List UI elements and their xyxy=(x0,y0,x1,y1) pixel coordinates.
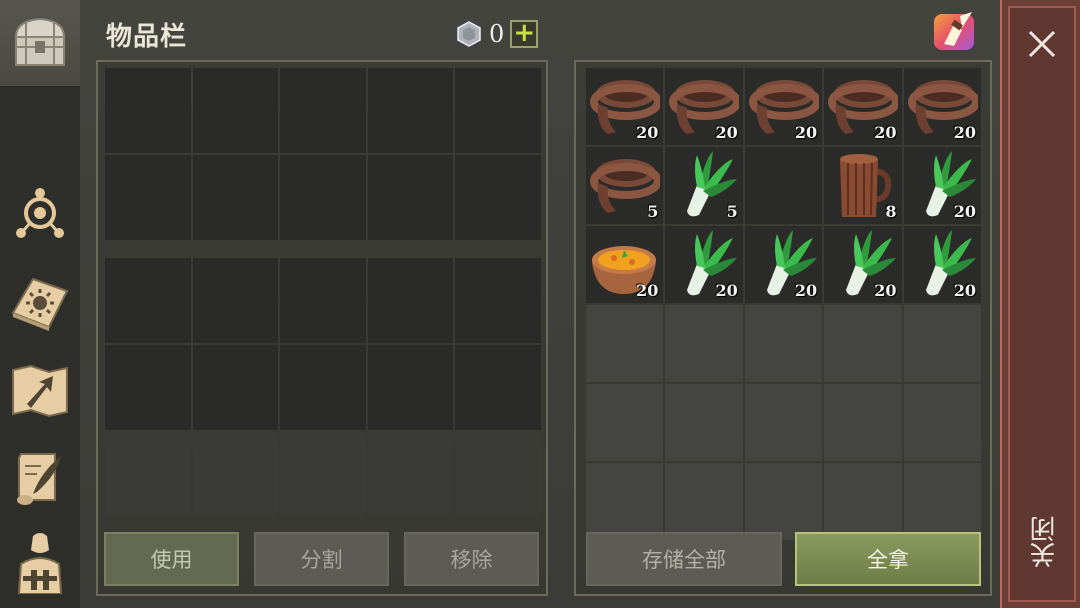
close-panel-inner xyxy=(1008,6,1076,602)
inventory-slot[interactable] xyxy=(367,345,454,430)
scroll-quill-icon[interactable] xyxy=(8,446,72,510)
inventory-slot[interactable] xyxy=(367,68,454,153)
container-slot-leek[interactable]: 20 xyxy=(903,226,981,303)
item-quantity: 20 xyxy=(636,281,659,300)
item-quantity: 20 xyxy=(715,281,738,300)
character-icon[interactable] xyxy=(8,530,72,594)
item-quantity: 20 xyxy=(953,123,976,142)
currency-display: 0 + xyxy=(455,18,539,50)
item-quantity: 5 xyxy=(726,202,738,221)
item-quantity: 20 xyxy=(715,123,738,142)
container-slot-empty[interactable] xyxy=(744,147,823,224)
inventory-slot[interactable] xyxy=(280,345,366,430)
item-quantity: 20 xyxy=(794,281,818,300)
container-slot-leek[interactable]: 20 xyxy=(824,226,902,303)
grid-spacer xyxy=(280,242,366,256)
close-label: 关闭 xyxy=(1030,516,1060,568)
silver-coin-icon xyxy=(457,21,481,47)
container-slot-empty[interactable] xyxy=(665,384,743,461)
player-inventory-grid xyxy=(105,68,541,517)
inventory-slot[interactable] xyxy=(367,258,454,343)
use-button[interactable]: 使用 xyxy=(104,532,239,586)
inventory-slot[interactable] xyxy=(192,345,279,430)
container-slot-empty[interactable] xyxy=(903,463,981,540)
grid-spacer xyxy=(368,242,454,256)
sort-brush-icon[interactable] xyxy=(932,8,978,54)
store-all-button[interactable]: 存储全部 xyxy=(586,532,782,586)
inventory-slot[interactable] xyxy=(105,68,191,153)
container-inventory-grid: 20 20 20 20 20 5 5 8 20 20 20 20 20 20 xyxy=(586,68,981,540)
container-slot-empty[interactable] xyxy=(744,384,823,461)
container-slot-empty[interactable] xyxy=(903,384,981,461)
inventory-slot[interactable] xyxy=(280,258,366,343)
inventory-slot[interactable] xyxy=(105,155,191,240)
container-slot-leek[interactable]: 20 xyxy=(744,226,823,303)
inventory-slot[interactable] xyxy=(455,68,541,153)
inventory-slot[interactable] xyxy=(367,155,454,240)
container-slot-leather-strap[interactable]: 20 xyxy=(665,68,743,145)
sidebar xyxy=(0,0,80,608)
sun-book-icon[interactable] xyxy=(8,270,72,334)
container-slot-empty[interactable] xyxy=(744,305,823,382)
container-slot-leather-strap[interactable]: 20 xyxy=(903,68,981,145)
container-slot-empty[interactable] xyxy=(586,384,664,461)
inventory-slot[interactable] xyxy=(192,432,279,517)
remove-button[interactable]: 移除 xyxy=(404,532,539,586)
container-slot-wooden-mug[interactable]: 8 xyxy=(824,147,902,224)
grid-spacer xyxy=(193,242,279,256)
inventory-slot[interactable] xyxy=(105,345,191,430)
inventory-slot[interactable] xyxy=(192,155,279,240)
inventory-slot[interactable] xyxy=(192,258,279,343)
item-quantity: 20 xyxy=(794,123,818,142)
container-slot-empty[interactable] xyxy=(903,305,981,382)
container-slot-empty[interactable] xyxy=(824,384,902,461)
grid-spacer xyxy=(105,242,191,256)
item-quantity: 20 xyxy=(874,281,897,300)
container-slot-soup-bowl[interactable]: 20 xyxy=(586,226,664,303)
crafting-icon[interactable] xyxy=(8,182,72,246)
container-slot-empty[interactable] xyxy=(824,305,902,382)
container-slot-leek[interactable]: 20 xyxy=(903,147,981,224)
container-slot-empty[interactable] xyxy=(665,305,743,382)
item-quantity: 8 xyxy=(885,202,897,221)
item-quantity: 20 xyxy=(953,281,976,300)
inventory-slot[interactable] xyxy=(455,258,541,343)
container-slot-leek[interactable]: 5 xyxy=(665,147,743,224)
item-quantity: 20 xyxy=(874,123,897,142)
inventory-slot[interactable] xyxy=(455,432,541,517)
inventory-slot[interactable] xyxy=(105,432,191,517)
inventory-slot[interactable] xyxy=(280,432,366,517)
close-icon[interactable] xyxy=(1024,26,1060,62)
container-slot-empty[interactable] xyxy=(586,463,664,540)
container-slot-leather-strap[interactable]: 20 xyxy=(586,68,664,145)
inventory-slot[interactable] xyxy=(455,155,541,240)
map-arrow-icon[interactable] xyxy=(8,358,72,422)
page-title: 物品栏 xyxy=(106,22,188,52)
chest-icon[interactable] xyxy=(8,10,72,74)
grid-spacer xyxy=(455,242,541,256)
container-slot-leather-strap[interactable]: 20 xyxy=(824,68,902,145)
add-currency-button[interactable]: + xyxy=(510,20,539,48)
currency-count: 0 xyxy=(489,20,505,48)
container-slot-empty[interactable] xyxy=(744,463,823,540)
inventory-slot[interactable] xyxy=(455,345,541,430)
container-slot-leather-strap[interactable]: 20 xyxy=(744,68,823,145)
take-all-button[interactable]: 全拿 xyxy=(795,532,981,586)
container-slot-empty[interactable] xyxy=(665,463,743,540)
item-quantity: 20 xyxy=(636,123,659,142)
inventory-slot[interactable] xyxy=(367,432,454,517)
container-slot-leek[interactable]: 20 xyxy=(665,226,743,303)
container-slot-leather-strap[interactable]: 5 xyxy=(586,147,664,224)
item-quantity: 5 xyxy=(647,202,659,221)
close-panel[interactable]: 关闭 xyxy=(1000,0,1080,608)
inventory-slot[interactable] xyxy=(280,68,366,153)
inventory-slot[interactable] xyxy=(280,155,366,240)
inventory-slot[interactable] xyxy=(192,68,279,153)
container-slot-empty[interactable] xyxy=(824,463,902,540)
split-button[interactable]: 分割 xyxy=(254,532,389,586)
container-slot-empty[interactable] xyxy=(586,305,664,382)
item-quantity: 20 xyxy=(953,202,976,221)
inventory-slot[interactable] xyxy=(105,258,191,343)
